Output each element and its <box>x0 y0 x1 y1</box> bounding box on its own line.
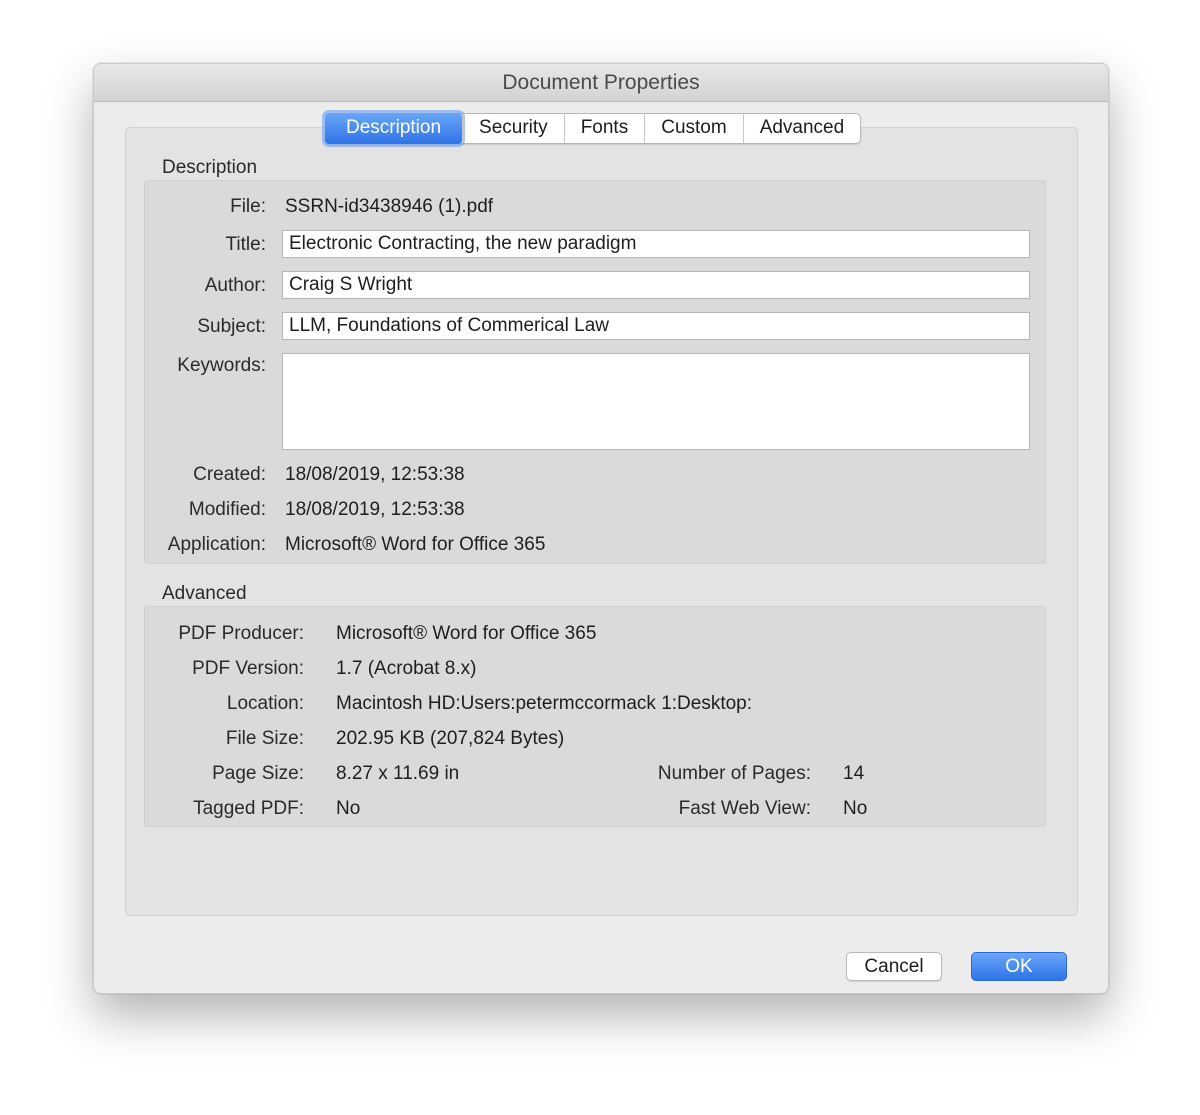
number-of-pages-value: 14 <box>843 763 865 784</box>
location-label: Location: <box>226 693 304 714</box>
page-size-label: Page Size: <box>212 763 304 784</box>
pdf-producer-label: PDF Producer: <box>178 623 304 644</box>
pdf-producer-value: Microsoft® Word for Office 365 <box>336 623 597 644</box>
tab-security[interactable]: Security <box>462 114 564 143</box>
window-title: Document Properties <box>94 64 1108 102</box>
tagged-pdf-value: No <box>336 798 361 819</box>
pdf-version-label: PDF Version: <box>192 658 304 679</box>
advanced-group: PDF Producer: Microsoft® Word for Office… <box>144 606 1046 827</box>
tab-custom[interactable]: Custom <box>644 114 742 143</box>
number-of-pages-label: Number of Pages: <box>657 763 811 784</box>
tab-content-panel: Description File: SSRN-id3438946 (1).pdf… <box>125 127 1078 916</box>
file-size-value: 202.95 KB (207,824 Bytes) <box>336 728 565 749</box>
fast-web-view-label: Fast Web View: <box>678 798 811 819</box>
description-group: File: SSRN-id3438946 (1).pdf Title: Auth… <box>144 180 1046 564</box>
created-label: Created: <box>193 464 266 485</box>
file-label: File: <box>230 196 266 217</box>
location-value: Macintosh HD:Users:petermccormack 1:Desk… <box>336 693 753 714</box>
description-section-label: Description <box>162 157 258 178</box>
advanced-section-label: Advanced <box>162 583 247 604</box>
file-size-label: File Size: <box>225 728 304 749</box>
tab-bar: Description Security Fonts Custom Advanc… <box>325 113 862 144</box>
subject-label: Subject: <box>197 316 266 337</box>
application-label: Application: <box>167 534 266 555</box>
author-label: Author: <box>204 275 266 296</box>
tab-fonts[interactable]: Fonts <box>563 114 645 143</box>
keywords-field[interactable] <box>282 353 1030 450</box>
page-size-value: 8.27 x 11.69 in <box>336 763 460 784</box>
subject-field[interactable] <box>282 312 1030 340</box>
application-value: Microsoft® Word for Office 365 <box>285 534 546 555</box>
pdf-version-value: 1.7 (Acrobat 8.x) <box>336 658 477 679</box>
modified-label: Modified: <box>188 499 266 520</box>
tab-description[interactable]: Description <box>325 113 463 144</box>
fast-web-view-value: No <box>843 798 868 819</box>
ok-button[interactable]: OK <box>971 952 1067 981</box>
title-field[interactable] <box>282 230 1030 258</box>
cancel-button[interactable]: Cancel <box>846 952 942 981</box>
file-value: SSRN-id3438946 (1).pdf <box>285 196 494 217</box>
document-properties-dialog: Document Properties Description Security… <box>93 63 1109 994</box>
modified-value: 18/08/2019, 12:53:38 <box>285 499 465 520</box>
title-label: Title: <box>225 234 266 255</box>
keywords-label: Keywords: <box>177 355 266 376</box>
tab-advanced[interactable]: Advanced <box>742 114 861 143</box>
author-field[interactable] <box>282 271 1030 299</box>
created-value: 18/08/2019, 12:53:38 <box>285 464 465 485</box>
tagged-pdf-label: Tagged PDF: <box>193 798 304 819</box>
